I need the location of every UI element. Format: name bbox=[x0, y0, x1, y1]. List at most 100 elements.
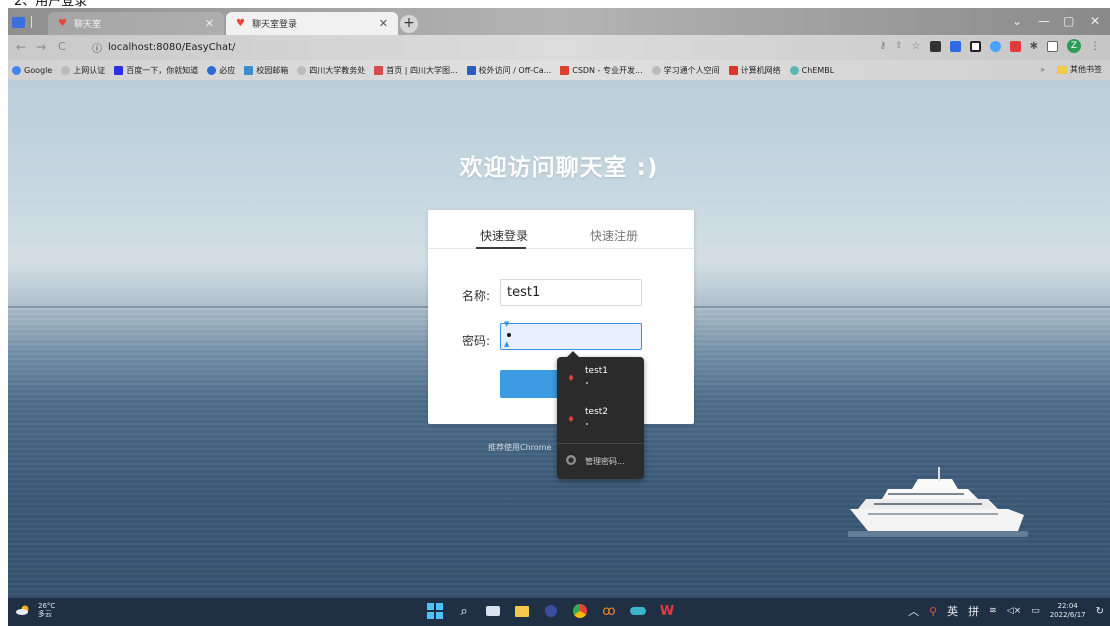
bookmark-item[interactable]: 学习通个人空间 bbox=[651, 65, 720, 76]
vpn-extension-icon[interactable] bbox=[12, 16, 25, 28]
heart-favicon-icon: ♥ bbox=[58, 17, 67, 29]
ime-mode[interactable]: 拼 bbox=[968, 603, 979, 619]
task-view-icon[interactable] bbox=[484, 602, 502, 620]
screenshot: 2、用户登录 ♥ 聊天室 ✕ ♥ 聊天室登录 ✕ + ⌄ — ▢ ✕ ← → C… bbox=[0, 0, 1110, 626]
extension-icon[interactable] bbox=[949, 40, 961, 52]
extension-icon[interactable] bbox=[1009, 40, 1021, 52]
password-input[interactable]: ▼ ▲ bbox=[500, 320, 642, 350]
google-icon bbox=[12, 65, 21, 75]
ime-language[interactable]: 英 bbox=[947, 603, 958, 619]
library-icon bbox=[466, 65, 476, 75]
browser-toolbar: ← → C ⓘ localhost:8080/EasyChat/ ⚷ ⇪ ☆ ✱… bbox=[8, 35, 1110, 60]
chrome-icon[interactable] bbox=[571, 602, 589, 620]
profile-avatar[interactable]: Z bbox=[1067, 39, 1081, 53]
bookmark-item[interactable]: 计算机网络 bbox=[728, 65, 781, 76]
bookmark-item[interactable]: ChEMBL bbox=[789, 65, 834, 75]
tab-title: 聊天室 bbox=[74, 20, 102, 30]
chevron-right-icon: » bbox=[1040, 65, 1045, 74]
bookmarks-bar: Google 上网认证 百度一下，你就知道 必应 校园邮箱 四川大学教务处 首页… bbox=[8, 60, 1110, 80]
tab-quick-login[interactable]: 快速登录 bbox=[480, 227, 528, 244]
clock-time: 22:04 bbox=[1057, 602, 1078, 610]
app-icon[interactable]: ꝏ bbox=[600, 602, 618, 620]
tab-close-icon[interactable]: ✕ bbox=[379, 17, 388, 30]
back-icon[interactable]: ← bbox=[16, 40, 26, 54]
share-icon[interactable]: ⇪ bbox=[895, 41, 903, 51]
clock[interactable]: 22:04 2022/6/17 bbox=[1050, 602, 1086, 620]
forward-icon[interactable]: → bbox=[36, 40, 46, 54]
autofill-username: test2 bbox=[585, 407, 609, 417]
new-tab-button[interactable]: + bbox=[400, 15, 418, 33]
bookmark-item[interactable]: 上网认证 bbox=[61, 65, 105, 76]
globe-icon bbox=[61, 65, 71, 75]
bookmark-item[interactable]: 四川大学教务处 bbox=[297, 65, 365, 76]
tab-chatroom-login[interactable]: ♥ 聊天室登录 ✕ bbox=[226, 12, 398, 35]
address-bar[interactable]: ⓘ localhost:8080/EasyChat/ bbox=[92, 39, 652, 56]
other-bookmarks[interactable]: » 其他书签 bbox=[1040, 64, 1102, 75]
active-tab-indicator bbox=[476, 247, 526, 249]
masked-password bbox=[586, 382, 588, 384]
extension-icon[interactable] bbox=[969, 40, 981, 52]
wifi-icon[interactable]: ≋ bbox=[989, 606, 997, 616]
divider bbox=[557, 443, 644, 444]
clock-date: 2022/6/17 bbox=[1049, 611, 1086, 619]
bookmark-item[interactable]: 百度一下，你就知道 bbox=[114, 65, 198, 76]
minimize-icon[interactable]: — bbox=[1038, 14, 1050, 28]
manage-passwords-item[interactable]: ● 管理密码... bbox=[557, 447, 644, 477]
password-autofill-dropdown: ♦ test1 ♦ test2 ● 管理密码... bbox=[557, 351, 644, 479]
extensions-puzzle-icon[interactable]: ✱ bbox=[1030, 41, 1038, 52]
chembl-icon bbox=[789, 65, 799, 75]
bookmark-item[interactable]: CSDN - 专业开发... bbox=[560, 65, 643, 76]
bing-icon bbox=[207, 65, 217, 75]
side-panel-icon[interactable] bbox=[1047, 40, 1058, 52]
bookmark-item[interactable]: Google bbox=[12, 65, 52, 75]
app-icon[interactable] bbox=[629, 602, 647, 620]
tab-chatroom[interactable]: ♥ 聊天室 ✕ bbox=[48, 12, 224, 35]
tab-search-icon[interactable]: ⌄ bbox=[1012, 14, 1022, 28]
bookmark-item[interactable]: 校外访问 / Off-Ca... bbox=[466, 65, 551, 76]
windows-taskbar: 26°C 多云 ⌕ ꝏ W ︿ ⚲ 英 拼 ≋ ◁× ▭ 22:04 2022/… bbox=[8, 598, 1110, 626]
bookmark-item[interactable]: 必应 bbox=[207, 65, 235, 76]
dropdown-pointer bbox=[567, 351, 579, 357]
manage-passwords-label: 管理密码... bbox=[585, 457, 625, 466]
password-mask-dot bbox=[507, 333, 511, 337]
toolbar-actions: ⚷ ⇪ ☆ ✱ Z ⋮ bbox=[880, 39, 1100, 53]
notification-icon[interactable]: ↻ bbox=[1096, 606, 1104, 617]
masked-password bbox=[586, 423, 588, 425]
partly-cloudy-icon bbox=[16, 605, 29, 615]
name-input[interactable]: test1 bbox=[500, 279, 642, 306]
key-icon[interactable]: ⚷ bbox=[880, 41, 887, 51]
password-label: 密码: bbox=[462, 334, 491, 348]
chevron-up-icon[interactable]: ︿ bbox=[908, 603, 919, 619]
tab-quick-register[interactable]: 快速注册 bbox=[590, 227, 638, 244]
csdn-icon bbox=[560, 65, 570, 75]
network-course-icon bbox=[728, 65, 738, 75]
menu-icon[interactable]: ⋮ bbox=[1090, 41, 1100, 52]
name-label: 名称: bbox=[462, 289, 491, 303]
extension-icon[interactable] bbox=[989, 40, 1001, 52]
bookmark-item[interactable]: 校园邮箱 bbox=[244, 65, 288, 76]
battery-icon[interactable]: ▭ bbox=[1031, 606, 1040, 616]
volume-icon[interactable]: ◁× bbox=[1007, 606, 1021, 616]
scu-icon bbox=[374, 65, 384, 75]
eclipse-icon[interactable] bbox=[542, 602, 560, 620]
file-explorer-icon[interactable] bbox=[513, 602, 531, 620]
reload-icon[interactable]: C bbox=[58, 40, 66, 53]
start-windows-icon[interactable] bbox=[426, 602, 444, 620]
caret-up-icon: ▼ bbox=[504, 320, 510, 328]
maximize-icon[interactable]: ▢ bbox=[1063, 14, 1074, 28]
search-icon[interactable]: ⌕ bbox=[455, 602, 473, 620]
autofill-entry[interactable]: ♦ test2 bbox=[557, 402, 644, 438]
close-window-icon[interactable]: ✕ bbox=[1090, 14, 1100, 28]
weather-widget[interactable]: 26°C 多云 bbox=[16, 602, 55, 618]
extension-icon[interactable] bbox=[929, 40, 941, 52]
bookmark-star-icon[interactable]: ☆ bbox=[912, 41, 921, 52]
weather-condition: 多云 bbox=[38, 610, 52, 618]
info-icon[interactable]: ⓘ bbox=[92, 40, 102, 55]
system-tray: ︿ ⚲ 英 拼 ≋ ◁× ▭ 22:04 2022/6/17 ↻ bbox=[908, 602, 1104, 620]
wps-icon[interactable]: W bbox=[658, 602, 676, 620]
tab-close-icon[interactable]: ✕ bbox=[205, 17, 214, 30]
folder-icon bbox=[1057, 65, 1067, 74]
tray-app-icon[interactable]: ⚲ bbox=[929, 605, 937, 618]
autofill-entry[interactable]: ♦ test1 bbox=[557, 361, 644, 397]
bookmark-item[interactable]: 首页 | 四川大学图... bbox=[374, 65, 458, 76]
